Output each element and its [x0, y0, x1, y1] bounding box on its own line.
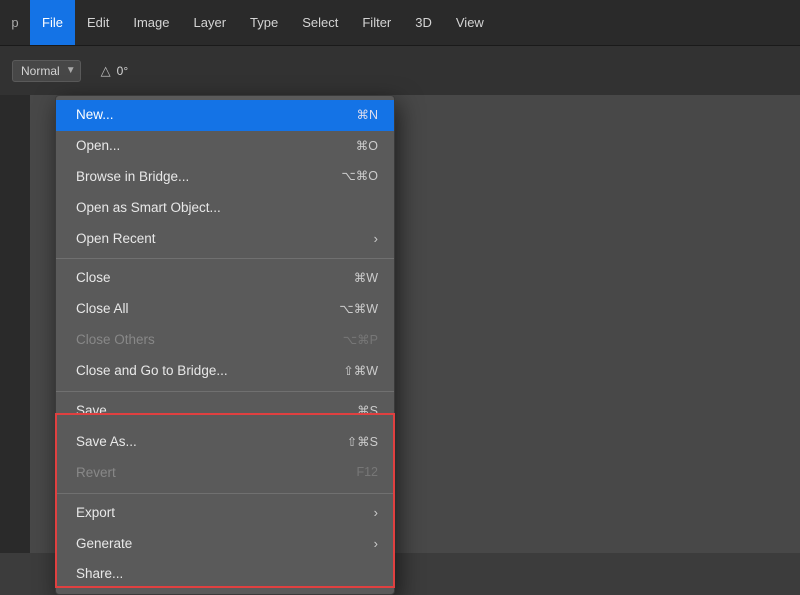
menu-item-shortcut: ⌘S — [357, 403, 378, 421]
angle-icon: △ — [101, 63, 111, 79]
menu-image[interactable]: Image — [121, 0, 181, 45]
blend-mode-dropdown[interactable]: Normal ▼ — [12, 60, 81, 82]
menu-item-open-recent[interactable]: Open Recent › — [56, 224, 394, 255]
app-abbrev: p — [11, 15, 18, 30]
menu-edit[interactable]: Edit — [75, 0, 121, 45]
menu-item-label: Save As... — [76, 433, 137, 452]
menu-item-shortcut: ⇧⌘W — [343, 363, 378, 381]
menu-item-save-as[interactable]: Save As... ⇧⌘S — [56, 427, 394, 458]
menu-item-label: Open Recent — [76, 230, 156, 249]
menu-item-shortcut: ⇧⌘S — [347, 434, 378, 452]
menu-item-browse[interactable]: Browse in Bridge... ⌥⌘O — [56, 162, 394, 193]
menu-item-label: Save — [76, 402, 107, 421]
menu-item-label: Close Others — [76, 331, 155, 350]
menu-item-close-others: Close Others ⌥⌘P — [56, 325, 394, 356]
menu-item-save[interactable]: Save ⌘S — [56, 396, 394, 427]
menu-item-label: Share... — [76, 565, 123, 584]
menu-item-close[interactable]: Close ⌘W — [56, 263, 394, 294]
menu-item-shortcut: ⌘N — [356, 107, 378, 125]
tools-panel — [0, 95, 30, 553]
toolbar: Normal ▼ △ 0° — [0, 45, 800, 95]
file-dropdown-menu: New... ⌘N Open... ⌘O Browse in Bridge... ⌥⌘O O… — [55, 95, 395, 595]
menu-item-shortcut: ⌘O — [356, 138, 378, 156]
menu-item-label: Export — [76, 504, 115, 523]
menu-item-shortcut: › — [374, 504, 378, 522]
menu-item-label: Close — [76, 269, 111, 288]
menu-item-label: Close and Go to Bridge... — [76, 362, 228, 381]
menu-separator — [56, 493, 394, 494]
menu-item-close-bridge[interactable]: Close and Go to Bridge... ⇧⌘W — [56, 356, 394, 387]
menu-item-export[interactable]: Export › — [56, 498, 394, 529]
menu-separator — [56, 391, 394, 392]
menu-item-shortcut: › — [374, 535, 378, 553]
menu-item-label: Revert — [76, 464, 116, 483]
menu-item-open[interactable]: Open... ⌘O — [56, 131, 394, 162]
menu-item-open-smart[interactable]: Open as Smart Object... — [56, 193, 394, 224]
app-icon: p — [0, 15, 30, 30]
menu-item-shortcut: ⌘W — [354, 270, 378, 288]
menu-item-shortcut: F12 — [356, 464, 378, 482]
menu-separator — [56, 258, 394, 259]
menu-item-generate[interactable]: Generate › — [56, 529, 394, 560]
menu-item-close-all[interactable]: Close All ⌥⌘W — [56, 294, 394, 325]
menu-item-shortcut: ⌥⌘P — [343, 332, 378, 350]
menu-layer[interactable]: Layer — [182, 0, 239, 45]
menu-item-label: Browse in Bridge... — [76, 168, 189, 187]
menu-item-label: Open as Smart Object... — [76, 199, 221, 218]
menu-view[interactable]: View — [444, 0, 496, 45]
menubar: p File Edit Image Layer Type Select Filt… — [0, 0, 800, 45]
menu-item-share[interactable]: Share... — [56, 559, 394, 590]
menu-item-label: Close All — [76, 300, 129, 319]
dropdown-arrow-icon: ▼ — [66, 65, 76, 76]
menu-select[interactable]: Select — [290, 0, 350, 45]
menu-filter[interactable]: Filter — [350, 0, 403, 45]
menu-file[interactable]: File — [30, 0, 75, 45]
menu-item-shortcut: ⌥⌘O — [341, 168, 378, 186]
angle-value: 0° — [117, 64, 128, 78]
menu-item-label: Open... — [76, 137, 120, 156]
menu-item-shortcut: › — [374, 230, 378, 248]
menu-item-new[interactable]: New... ⌘N — [56, 100, 394, 131]
angle-control: △ 0° — [101, 63, 128, 79]
menu-item-revert: Revert F12 — [56, 458, 394, 489]
menu-item-label: New... — [76, 106, 114, 125]
menu-type[interactable]: Type — [238, 0, 290, 45]
menu-3d[interactable]: 3D — [403, 0, 444, 45]
main-area: New... ⌘N Open... ⌘O Browse in Bridge... ⌥⌘O O… — [0, 95, 800, 553]
menu-item-shortcut: ⌥⌘W — [339, 301, 378, 319]
menu-item-label: Generate — [76, 535, 132, 554]
